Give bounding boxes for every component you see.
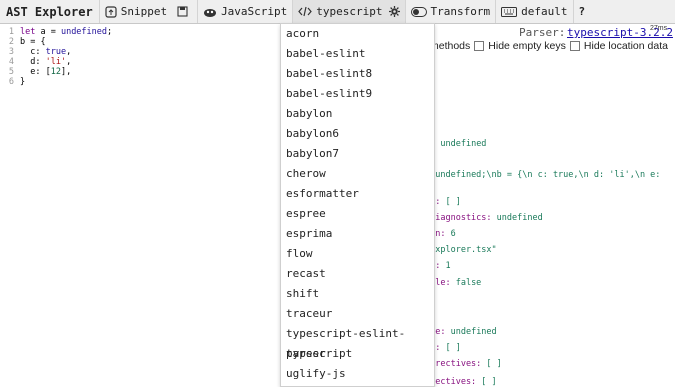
ast-tree-node[interactable]: = undefined;\nb = {\n c: true,\n d: 'li'… [425,170,660,180]
parser-option-typescript-eslint-parser[interactable]: typescript-eslint-parser [281,324,434,360]
parser-option-babel-eslint9[interactable]: babel-eslint9 [281,84,434,104]
code-token: b = { [20,37,46,47]
hide-empty-keys-checkbox[interactable] [474,41,485,51]
code-line: 3 c: true, [0,47,71,57]
parser-button[interactable]: typescript [292,0,405,23]
transform-label: Transform [430,5,491,18]
parser-option-babylon[interactable]: babylon [281,104,434,124]
code-token: ; [107,27,113,37]
code-token: e: [ [20,67,51,77]
code-line: 1 let a = undefined; [0,27,112,37]
parse-time: 27ms [650,25,668,32]
code-token: ], [60,67,72,77]
language-label: JavaScript [221,5,288,18]
ast-node-value: [ ] [440,343,461,353]
keyboard-icon [501,6,518,17]
code-icon [298,6,313,17]
parser-option-flow[interactable]: flow [281,244,434,264]
code-line: 6} [0,77,25,87]
snippet-button[interactable]: Snippet [98,0,172,23]
line-number: 4 [8,57,14,67]
hide-location-checkbox[interactable] [569,41,580,51]
parser-option-esprima[interactable]: esprima [281,224,434,244]
code-line: 4 d: 'li', [0,57,71,67]
ast-node-value: 6 [445,229,456,239]
code-token: let [20,27,36,37]
line-number: 6 [8,77,14,87]
parser-option-uglify-js[interactable]: uglify-js [281,364,434,384]
code-token: undefined [60,27,108,37]
parser-option-cherow[interactable]: cherow [281,164,434,184]
parser-option-recast[interactable]: recast [281,264,434,284]
ast-node-value: undefined [445,327,497,337]
code-token: true [45,47,67,57]
code-token: a = [35,27,61,37]
code-token: } [20,77,26,87]
methods-option-label[interactable]: methods [430,40,470,52]
code-token: 12 [50,67,61,77]
code-token: 'li' [45,57,67,67]
parser-option-espree[interactable]: espree [281,204,434,224]
code-token: c: [20,47,46,57]
line-number: 1 [8,27,14,37]
ast-node-value: 1 [440,261,451,271]
help-label: ? [578,5,586,18]
line-number: 2 [8,37,14,47]
ast-node-value: undefined;\nb = {\n c: true,\n d: 'li',\… [430,170,661,180]
parser-option-babel-eslint8[interactable]: babel-eslint8 [281,64,434,84]
gear-icon[interactable] [388,6,400,17]
transform-button[interactable]: Transform [404,0,496,23]
ast-node-value: undefined [435,139,487,149]
snippet-label: Snippet [120,5,168,18]
parser-option-babel-eslint[interactable]: babel-eslint [281,44,434,64]
toggle-icon [410,6,427,17]
ast-tree-node[interactable]: ive: undefined [425,327,497,337]
output-options: methods Hide empty keys Hide location da… [430,40,668,52]
code-token: , [66,57,72,67]
line-number: 5 [8,67,14,77]
ast-node-value: :Explorer.tsx" [425,245,497,255]
app-logo: AST Explorer [6,4,93,19]
parser-option-acorn[interactable]: acorn [281,24,434,44]
keymap-button[interactable]: default [495,0,572,23]
parser-option-traceur[interactable]: traceur [281,304,434,324]
hide-empty-keys-label[interactable]: Hide empty keys [488,40,566,52]
language-icon [203,7,217,17]
code-token: d: [20,57,46,67]
save-button[interactable] [172,0,197,23]
parser-option-babylon7[interactable]: babylon7 [281,144,434,164]
toolbar: AST Explorer Snippet JavaScript typescri… [0,0,675,24]
parser-label-text: Parser: [519,26,566,39]
ast-tree-node[interactable]: :Explorer.tsx" [425,245,497,255]
parser-option-shift[interactable]: shift [281,284,434,304]
code-token: , [66,47,72,57]
ast-node-value: undefined [491,213,543,223]
parser-label: typescript [316,5,383,18]
code-editor[interactable]: 1 let a = undefined; 2 b = {3 c: true, 4 d: … [0,24,300,386]
save-icon [177,6,188,17]
code-line: 5 e: [12], [0,67,71,77]
github-icon [105,5,117,18]
hide-location-label[interactable]: Hide location data [584,40,668,52]
ast-node-value: [ ] [440,197,461,207]
parser-option-babylon6[interactable]: babylon6 [281,124,434,144]
ast-tree-node[interactable]: Directives: [ ] [425,359,502,369]
parser-dropdown-menu: acorn babel-eslint babel-eslint8 babel-esli… [280,23,435,387]
help-button[interactable]: ? [572,0,591,23]
parser-option-esformatter[interactable]: esformatter [281,184,434,204]
code-line: 2 b = { [0,37,46,47]
line-number: 3 [8,47,14,57]
keymap-label: default [521,5,568,18]
ast-node-value: false [450,278,482,288]
language-button[interactable]: JavaScript [197,0,292,23]
ast-node-value: [ ] [481,359,502,369]
parser-option-typescript[interactable]: typescript [281,344,434,364]
ast-tree-node[interactable]: nDiagnostics: undefined [425,213,543,223]
